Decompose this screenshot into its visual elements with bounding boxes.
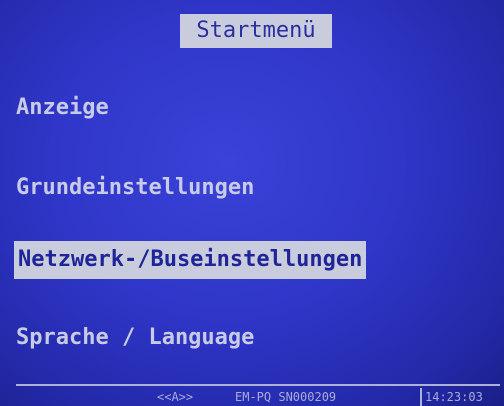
menu-item-netzwerk-buseinstellungen[interactable]: Netzwerk-/Buseinstellungen: [14, 241, 367, 279]
menu-item-sprache-language[interactable]: Sprache / Language: [16, 322, 254, 354]
screen-title: Startmenü: [180, 14, 332, 48]
menu-item-grundeinstellungen[interactable]: Grundeinstellungen: [16, 172, 254, 204]
status-divider: [16, 384, 500, 386]
device-serial: EM-PQ SN000209: [235, 390, 337, 404]
navigation-indicator: <<A>>: [157, 390, 194, 404]
menu-item-anzeige[interactable]: Anzeige: [16, 92, 109, 124]
device-display: Startmenü Anzeige Grundeinstellungen Net…: [0, 0, 504, 406]
clock: 14:23:03: [420, 388, 483, 406]
